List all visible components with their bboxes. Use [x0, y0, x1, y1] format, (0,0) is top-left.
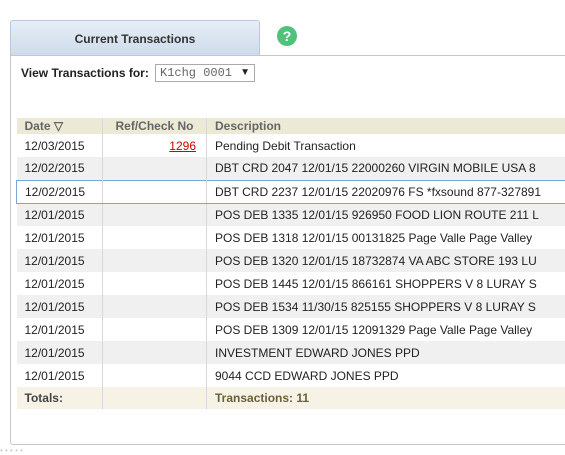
table-row[interactable]: 12/01/2015 INVESTMENT EDWARD JONES PPD: [17, 341, 565, 364]
table-row[interactable]: 12/01/2015 POS DEB 1534 11/30/15 825155 …: [17, 295, 565, 318]
date-cell: 12/01/2015: [17, 272, 103, 295]
table-row[interactable]: 12/03/2015 1296 Pending Debit Transactio…: [17, 134, 565, 157]
ref-cell: [103, 272, 207, 295]
totals-label: Totals:: [17, 387, 103, 409]
table-row[interactable]: 12/01/2015 POS DEB 1335 12/01/15 926950 …: [17, 203, 565, 226]
account-select[interactable]: K1chg 0001 ▼: [155, 64, 255, 82]
table-row[interactable]: 12/01/2015 POS DEB 1309 12/01/15 1209132…: [17, 318, 565, 341]
transactions-table: Date ▽ Ref/Check No Description 12/03/20…: [16, 118, 565, 409]
table-row[interactable]: 12/01/2015 POS DEB 1445 12/01/15 866161 …: [17, 272, 565, 295]
description-cell: INVESTMENT EDWARD JONES PPD: [207, 341, 565, 364]
date-cell: 12/01/2015: [17, 364, 103, 387]
date-cell: 12/01/2015: [17, 249, 103, 272]
ref-cell: [103, 180, 207, 203]
description-cell: POS DEB 1320 12/01/15 18732874 VA ABC ST…: [207, 249, 565, 272]
table-row[interactable]: 12/01/2015 POS DEB 1320 12/01/15 1873287…: [17, 249, 565, 272]
description-cell: DBT CRD 2237 12/01/15 22020976 FS *fxsou…: [207, 180, 565, 203]
view-transactions-label: View Transactions for:: [21, 66, 149, 80]
ref-cell: [103, 295, 207, 318]
date-column-header[interactable]: Date ▽: [17, 118, 103, 134]
table-row-selected[interactable]: 12/02/2015 DBT CRD 2237 12/01/15 2202097…: [17, 180, 565, 203]
table-footer-row: Totals: Transactions: 11: [17, 387, 565, 409]
description-cell: POS DEB 1534 11/30/15 825155 SHOPPERS V …: [207, 295, 565, 318]
date-cell: 12/01/2015: [17, 203, 103, 226]
totals-empty-cell: [103, 387, 207, 409]
description-cell: POS DEB 1309 12/01/15 12091329 Page Vall…: [207, 318, 565, 341]
date-cell: 12/03/2015: [17, 134, 103, 157]
description-cell: DBT CRD 2047 12/01/15 22000260 VIRGIN MO…: [207, 157, 565, 180]
date-cell: 12/01/2015: [17, 295, 103, 318]
description-cell: POS DEB 1335 12/01/15 926950 FOOD LION R…: [207, 203, 565, 226]
ref-cell: 1296: [103, 134, 207, 157]
description-cell: Pending Debit Transaction: [207, 134, 565, 157]
chevron-down-icon: ▼: [240, 65, 250, 81]
table-header-row: Date ▽ Ref/Check No Description: [17, 118, 565, 134]
help-icon[interactable]: ?: [277, 26, 297, 46]
date-cell: 12/01/2015: [17, 341, 103, 364]
table-row[interactable]: 12/01/2015 9044 CCD EDWARD JONES PPD: [17, 364, 565, 387]
description-cell: POS DEB 1445 12/01/15 866161 SHOPPERS V …: [207, 272, 565, 295]
table-row[interactable]: 12/02/2015 DBT CRD 2047 12/01/15 2200026…: [17, 157, 565, 180]
description-cell: 9044 CCD EDWARD JONES PPD: [207, 364, 565, 387]
ref-cell: [103, 364, 207, 387]
tab-current-transactions[interactable]: Current Transactions: [10, 20, 260, 55]
ref-cell: [103, 157, 207, 180]
ref-cell: [103, 203, 207, 226]
date-cell: 12/02/2015: [17, 180, 103, 203]
ref-cell: [103, 249, 207, 272]
ref-column-header[interactable]: Ref/Check No: [103, 118, 207, 134]
ref-cell: [103, 318, 207, 341]
table-row[interactable]: 12/01/2015 POS DEB 1318 12/01/15 0013182…: [17, 226, 565, 249]
ref-cell: [103, 226, 207, 249]
date-cell: 12/01/2015: [17, 226, 103, 249]
date-cell: 12/01/2015: [17, 318, 103, 341]
ref-cell: [103, 341, 207, 364]
date-cell: 12/02/2015: [17, 157, 103, 180]
description-column-header[interactable]: Description: [207, 118, 565, 134]
transaction-count: Transactions: 11: [207, 387, 565, 409]
resize-grip: • • • • •: [0, 448, 60, 454]
account-select-value: K1chg 0001: [160, 66, 232, 80]
check-number-link[interactable]: 1296: [169, 139, 196, 153]
description-cell: POS DEB 1318 12/01/15 00131825 Page Vall…: [207, 226, 565, 249]
